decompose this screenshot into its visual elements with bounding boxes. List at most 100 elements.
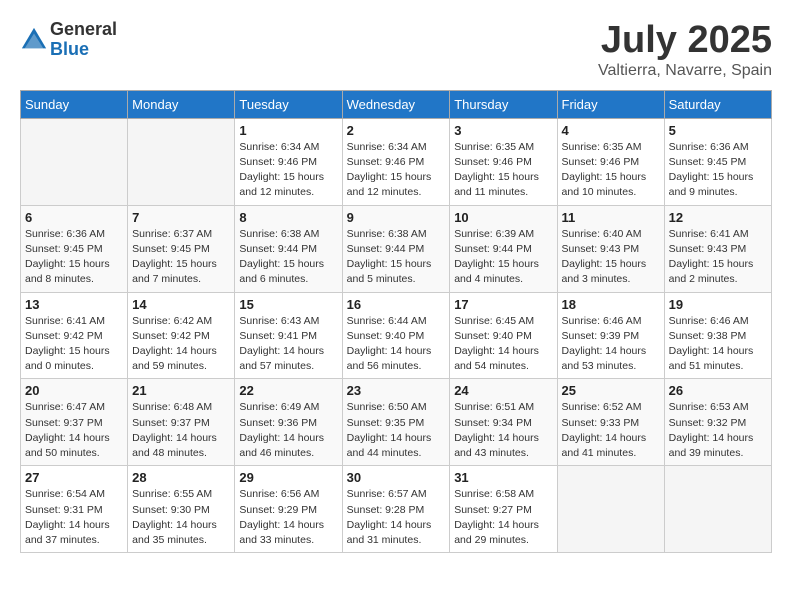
day-number: 13 xyxy=(25,297,123,312)
calendar-cell: 3 Sunrise: 6:35 AMSunset: 9:46 PMDaylight… xyxy=(450,118,557,205)
calendar-cell: 30Sunrise: 6:57 AMSunset: 9:28 PMDayligh… xyxy=(342,466,450,553)
logo-text: General Blue xyxy=(50,20,117,60)
day-detail: Sunrise: 6:34 AMSunset: 9:46 PMDaylight:… xyxy=(239,140,337,201)
day-detail: Sunrise: 6:44 AMSunset: 9:40 PMDaylight:… xyxy=(347,314,446,375)
day-of-week-wednesday: Wednesday xyxy=(342,90,450,118)
day-detail: Sunrise: 6:35 AMSunset: 9:46 PMDaylight:… xyxy=(454,140,552,201)
day-detail: Sunrise: 6:49 AMSunset: 9:36 PMDaylight:… xyxy=(239,400,337,461)
day-detail: Sunrise: 6:36 AMSunset: 9:45 PMDaylight:… xyxy=(669,140,767,201)
day-number: 21 xyxy=(132,383,230,398)
day-detail: Sunrise: 6:37 AMSunset: 9:45 PMDaylight:… xyxy=(132,227,230,288)
calendar-cell: 18 Sunrise: 6:46 AMSunset: 9:39 PMDayligh… xyxy=(557,292,664,379)
day-detail: Sunrise: 6:43 AMSunset: 9:41 PMDaylight:… xyxy=(239,314,337,375)
calendar-cell: 15Sunrise: 6:43 AMSunset: 9:41 PMDayligh… xyxy=(235,292,342,379)
day-of-week-saturday: Saturday xyxy=(664,90,771,118)
title-block: July 2025 Valtierra, Navarre, Spain xyxy=(598,20,772,80)
day-number: 4 xyxy=(562,123,660,138)
day-number: 12 xyxy=(669,210,767,225)
day-detail: Sunrise: 6:50 AMSunset: 9:35 PMDaylight:… xyxy=(347,400,446,461)
calendar-cell: 9 Sunrise: 6:38 AMSunset: 9:44 PMDaylight… xyxy=(342,205,450,292)
day-detail: Sunrise: 6:40 AMSunset: 9:43 PMDaylight:… xyxy=(562,227,660,288)
calendar-cell: 17Sunrise: 6:45 AMSunset: 9:40 PMDayligh… xyxy=(450,292,557,379)
month-title: July 2025 xyxy=(598,20,772,62)
day-detail: Sunrise: 6:39 AMSunset: 9:44 PMDaylight:… xyxy=(454,227,552,288)
calendar-cell: 11Sunrise: 6:40 AMSunset: 9:43 PMDayligh… xyxy=(557,205,664,292)
calendar-header: SundayMondayTuesdayWednesdayThursdayFrid… xyxy=(21,90,772,118)
calendar-cell: 27 Sunrise: 6:54 AMSunset: 9:31 PMDayligh… xyxy=(21,466,128,553)
calendar-cell: 19 Sunrise: 6:46 AMSunset: 9:38 PMDayligh… xyxy=(664,292,771,379)
calendar-cell xyxy=(557,466,664,553)
calendar-cell: 31 Sunrise: 6:58 AMSunset: 9:27 PMDayligh… xyxy=(450,466,557,553)
calendar-cell: 22Sunrise: 6:49 AMSunset: 9:36 PMDayligh… xyxy=(235,379,342,466)
calendar-cell: 29Sunrise: 6:56 AMSunset: 9:29 PMDayligh… xyxy=(235,466,342,553)
day-number: 2 xyxy=(347,123,446,138)
calendar-week-2: 6Sunrise: 6:36 AMSunset: 9:45 PMDaylight… xyxy=(21,205,772,292)
calendar-cell: 6Sunrise: 6:36 AMSunset: 9:45 PMDaylight… xyxy=(21,205,128,292)
day-detail: Sunrise: 6:46 AMSunset: 9:39 PMDaylight:… xyxy=(562,314,660,375)
day-detail: Sunrise: 6:41 AMSunset: 9:43 PMDaylight:… xyxy=(669,227,767,288)
day-detail: Sunrise: 6:48 AMSunset: 9:37 PMDaylight:… xyxy=(132,400,230,461)
day-detail: Sunrise: 6:46 AMSunset: 9:38 PMDaylight:… xyxy=(669,314,767,375)
calendar-cell: 25 Sunrise: 6:52 AMSunset: 9:33 PMDayligh… xyxy=(557,379,664,466)
day-number: 20 xyxy=(25,383,123,398)
day-number: 8 xyxy=(239,210,337,225)
calendar-cell: 10 Sunrise: 6:39 AMSunset: 9:44 PMDayligh… xyxy=(450,205,557,292)
day-detail: Sunrise: 6:54 AMSunset: 9:31 PMDaylight:… xyxy=(25,487,123,548)
day-detail: Sunrise: 6:52 AMSunset: 9:33 PMDaylight:… xyxy=(562,400,660,461)
day-number: 9 xyxy=(347,210,446,225)
day-detail: Sunrise: 6:55 AMSunset: 9:30 PMDaylight:… xyxy=(132,487,230,548)
page-header: General Blue July 2025 Valtierra, Navarr… xyxy=(20,20,772,80)
day-detail: Sunrise: 6:38 AMSunset: 9:44 PMDaylight:… xyxy=(347,227,446,288)
calendar-cell: 13 Sunrise: 6:41 AMSunset: 9:42 PMDayligh… xyxy=(21,292,128,379)
calendar-cell: 2 Sunrise: 6:34 AMSunset: 9:46 PMDaylight… xyxy=(342,118,450,205)
day-detail: Sunrise: 6:41 AMSunset: 9:42 PMDaylight:… xyxy=(25,314,123,375)
calendar-cell: 14Sunrise: 6:42 AMSunset: 9:42 PMDayligh… xyxy=(128,292,235,379)
logo-general-text: General xyxy=(50,20,117,40)
day-detail: Sunrise: 6:58 AMSunset: 9:27 PMDaylight:… xyxy=(454,487,552,548)
day-detail: Sunrise: 6:57 AMSunset: 9:28 PMDaylight:… xyxy=(347,487,446,548)
day-number: 31 xyxy=(454,470,552,485)
day-number: 3 xyxy=(454,123,552,138)
day-number: 25 xyxy=(562,383,660,398)
day-number: 10 xyxy=(454,210,552,225)
calendar-cell: 23 Sunrise: 6:50 AMSunset: 9:35 PMDayligh… xyxy=(342,379,450,466)
calendar-cell xyxy=(664,466,771,553)
day-detail: Sunrise: 6:36 AMSunset: 9:45 PMDaylight:… xyxy=(25,227,123,288)
day-number: 23 xyxy=(347,383,446,398)
calendar-cell: 28 Sunrise: 6:55 AMSunset: 9:30 PMDayligh… xyxy=(128,466,235,553)
day-detail: Sunrise: 6:47 AMSunset: 9:37 PMDaylight:… xyxy=(25,400,123,461)
days-of-week-row: SundayMondayTuesdayWednesdayThursdayFrid… xyxy=(21,90,772,118)
calendar-cell: 1 Sunrise: 6:34 AMSunset: 9:46 PMDaylight… xyxy=(235,118,342,205)
day-detail: Sunrise: 6:34 AMSunset: 9:46 PMDaylight:… xyxy=(347,140,446,201)
day-number: 17 xyxy=(454,297,552,312)
calendar-week-5: 27 Sunrise: 6:54 AMSunset: 9:31 PMDayligh… xyxy=(21,466,772,553)
calendar-cell xyxy=(128,118,235,205)
day-of-week-sunday: Sunday xyxy=(21,90,128,118)
calendar-week-1: 1 Sunrise: 6:34 AMSunset: 9:46 PMDaylight… xyxy=(21,118,772,205)
logo-blue-text: Blue xyxy=(50,40,117,60)
calendar-cell: 4 Sunrise: 6:35 AMSunset: 9:46 PMDaylight… xyxy=(557,118,664,205)
calendar-cell: 24Sunrise: 6:51 AMSunset: 9:34 PMDayligh… xyxy=(450,379,557,466)
day-number: 18 xyxy=(562,297,660,312)
logo: General Blue xyxy=(20,20,117,60)
day-number: 19 xyxy=(669,297,767,312)
calendar-cell: 16Sunrise: 6:44 AMSunset: 9:40 PMDayligh… xyxy=(342,292,450,379)
calendar-week-3: 13 Sunrise: 6:41 AMSunset: 9:42 PMDayligh… xyxy=(21,292,772,379)
calendar-cell: 12 Sunrise: 6:41 AMSunset: 9:43 PMDayligh… xyxy=(664,205,771,292)
day-number: 24 xyxy=(454,383,552,398)
calendar-cell: 5 Sunrise: 6:36 AMSunset: 9:45 PMDaylight… xyxy=(664,118,771,205)
day-number: 29 xyxy=(239,470,337,485)
calendar-body: 1 Sunrise: 6:34 AMSunset: 9:46 PMDaylight… xyxy=(21,118,772,552)
day-number: 27 xyxy=(25,470,123,485)
day-number: 28 xyxy=(132,470,230,485)
day-number: 5 xyxy=(669,123,767,138)
calendar-cell: 8Sunrise: 6:38 AMSunset: 9:44 PMDaylight… xyxy=(235,205,342,292)
day-detail: Sunrise: 6:42 AMSunset: 9:42 PMDaylight:… xyxy=(132,314,230,375)
calendar-week-4: 20 Sunrise: 6:47 AMSunset: 9:37 PMDayligh… xyxy=(21,379,772,466)
day-detail: Sunrise: 6:35 AMSunset: 9:46 PMDaylight:… xyxy=(562,140,660,201)
logo-icon xyxy=(20,26,48,54)
calendar-table: SundayMondayTuesdayWednesdayThursdayFrid… xyxy=(20,90,772,553)
day-number: 1 xyxy=(239,123,337,138)
day-number: 26 xyxy=(669,383,767,398)
calendar-cell: 26Sunrise: 6:53 AMSunset: 9:32 PMDayligh… xyxy=(664,379,771,466)
